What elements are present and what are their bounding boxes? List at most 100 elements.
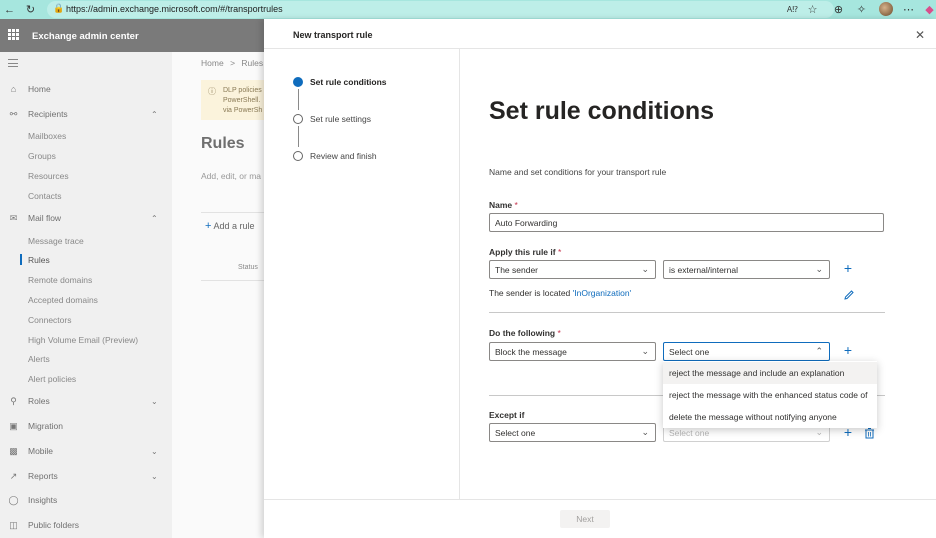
edit-pencil-icon[interactable] — [843, 289, 855, 301]
close-icon[interactable]: ✕ — [915, 28, 925, 42]
dropdown-option[interactable]: delete the message without notifying any… — [663, 406, 877, 428]
info-line: DLP policies — [223, 87, 262, 94]
divider — [264, 48, 936, 49]
exception-select[interactable]: Select one ⌄ — [489, 423, 656, 442]
delete-trash-icon[interactable] — [864, 427, 875, 439]
form-heading: Set rule conditions — [489, 97, 715, 125]
sidebar-item-alerts[interactable]: Alerts — [0, 351, 172, 367]
add-exception-plus-icon[interactable]: + — [842, 425, 854, 440]
chevron-down-icon: ⌄ — [151, 396, 158, 406]
sidebar-item-label: Reports — [28, 471, 58, 481]
chevron-down-icon: ⌄ — [815, 427, 823, 437]
step-indicator — [293, 114, 303, 124]
sidebar-item-label: Migration — [28, 421, 63, 431]
sidebar-item-label: Insights — [28, 495, 58, 505]
sidebar-item-label: Recipients — [28, 109, 68, 119]
sidebar-item-high-volume-email[interactable]: High Volume Email (Preview) — [0, 332, 172, 348]
required-mark: * — [557, 247, 562, 257]
form-description: Name and set conditions for your transpo… — [489, 167, 667, 177]
back-arrow-icon[interactable]: ← — [2, 2, 17, 17]
add-rule-button[interactable]: + Add a rule — [205, 220, 254, 232]
migration-icon: ▣ — [9, 420, 18, 431]
chevron-down-icon: ⌄ — [151, 446, 158, 456]
dropdown-option[interactable]: reject the message and include an explan… — [663, 362, 877, 384]
add-condition-plus-icon[interactable]: + — [842, 261, 854, 276]
sidebar-item-public-folders[interactable]: ◫ Public folders — [0, 517, 172, 533]
step-indicator-current — [293, 77, 303, 87]
sidebar-item-remote-domains[interactable]: Remote domains — [0, 272, 172, 288]
chevron-down-icon: ⌄ — [641, 427, 649, 437]
action-options-dropdown: reject the message and include an explan… — [663, 361, 877, 428]
apply-rule-label-text: Apply this rule if — [489, 247, 556, 257]
sidebar-item-mobile[interactable]: ▩ Mobile ⌄ — [0, 443, 172, 459]
sidebar-item-label: Message trace — [28, 236, 84, 246]
condition-value-link[interactable]: 'InOrganization' — [573, 288, 632, 298]
condition-summary: The sender is located 'InOrganization' — [489, 288, 631, 298]
read-aloud-icon[interactable]: A⁉ — [785, 2, 800, 17]
apply-subcondition-select[interactable]: is external/internal ⌄ — [663, 260, 830, 279]
sidebar-item-label: Roles — [28, 396, 50, 406]
sidebar-item-connectors[interactable]: Connectors — [0, 312, 172, 328]
mobile-icon: ▩ — [9, 445, 18, 456]
add-action-plus-icon[interactable]: + — [842, 343, 854, 358]
apply-condition-select[interactable]: The sender ⌄ — [489, 260, 656, 279]
sidebar-item-resources[interactable]: Resources — [0, 168, 172, 184]
favorites-icon[interactable]: ✧ — [854, 2, 869, 17]
sidebar-item-rules[interactable]: Rules — [0, 252, 172, 268]
sidebar-item-alert-policies[interactable]: Alert policies — [0, 371, 172, 387]
hamburger-menu-icon[interactable] — [8, 59, 18, 70]
sidebar-item-mail-flow[interactable]: ✉ Mail flow ⌃ — [0, 210, 172, 226]
step-set-rule-conditions[interactable]: Set rule conditions — [310, 77, 387, 87]
address-bar[interactable]: 🔒 https://admin.exchange.microsoft.com/#… — [47, 1, 834, 18]
chevron-down-icon: ⌄ — [641, 346, 649, 356]
sidebar-item-roles[interactable]: ⚲ Roles ⌄ — [0, 393, 172, 409]
reports-icon: ↗ — [9, 470, 18, 481]
step-set-rule-settings[interactable]: Set rule settings — [310, 114, 371, 124]
divider — [489, 312, 885, 313]
favorite-star-icon[interactable]: ☆ — [805, 2, 820, 17]
extensions-icon[interactable]: ⊕ — [831, 2, 846, 17]
sidebar-item-migration[interactable]: ▣ Migration — [0, 418, 172, 434]
sidebar-item-label: Mobile — [28, 446, 54, 456]
step-connector — [297, 126, 299, 147]
step-indicator — [293, 151, 303, 161]
action-subaction-select[interactable]: Select one ⌃ — [663, 342, 830, 361]
sidebar-item-label: Rules — [28, 255, 50, 265]
next-button[interactable]: Next — [560, 510, 610, 528]
info-icon: ⓘ — [208, 87, 216, 96]
name-label: Name * — [489, 200, 518, 210]
sidebar-item-label: Alert policies — [28, 374, 77, 384]
sidebar-item-recipients[interactable]: ⚯ Recipients ⌃ — [0, 106, 172, 122]
step-review-and-finish[interactable]: Review and finish — [310, 151, 377, 161]
name-input[interactable] — [489, 213, 884, 232]
sidebar-item-insights[interactable]: ◯ Insights — [0, 492, 172, 508]
refresh-icon[interactable]: ↻ — [23, 2, 38, 17]
status-column-header[interactable]: Status — [238, 264, 258, 271]
sidebar-item-groups[interactable]: Groups — [0, 148, 172, 164]
sidebar-item-reports[interactable]: ↗ Reports ⌄ — [0, 468, 172, 484]
sidebar-item-home[interactable]: ⌂ Home — [0, 81, 172, 97]
profile-avatar[interactable] — [879, 2, 893, 16]
do-following-label: Do the following * — [489, 328, 561, 338]
sidebar-item-label: Mailboxes — [28, 131, 67, 141]
sidebar-item-mailboxes[interactable]: Mailboxes — [0, 128, 172, 144]
copilot-icon[interactable]: ◆ — [922, 2, 936, 17]
sidebar-item-accepted-domains[interactable]: Accepted domains — [0, 292, 172, 308]
rules-page-background: Home > Rules ⓘ DLP policies PowerShell. … — [172, 52, 264, 538]
more-options-icon[interactable]: ⋯ — [901, 2, 916, 17]
add-rule-label: Add a rule — [213, 221, 255, 231]
info-line: PowerShell. — [223, 97, 261, 104]
dropdown-option[interactable]: reject the message with the enhanced sta… — [663, 384, 877, 406]
divider — [201, 280, 264, 281]
breadcrumb-home[interactable]: Home — [201, 58, 224, 68]
roles-icon: ⚲ — [10, 395, 17, 406]
sidebar-item-message-trace[interactable]: Message trace — [0, 233, 172, 249]
new-transport-rule-panel: New transport rule ✕ Set rule conditions… — [264, 19, 936, 538]
breadcrumb-current: Rules — [241, 58, 264, 68]
app-launcher-icon[interactable] — [8, 29, 19, 40]
sidebar-item-contacts[interactable]: Contacts — [0, 188, 172, 204]
do-following-label-text: Do the following — [489, 328, 556, 338]
sidebar-item-label: Home — [28, 84, 51, 94]
divider — [201, 212, 264, 213]
action-select[interactable]: Block the message ⌄ — [489, 342, 656, 361]
